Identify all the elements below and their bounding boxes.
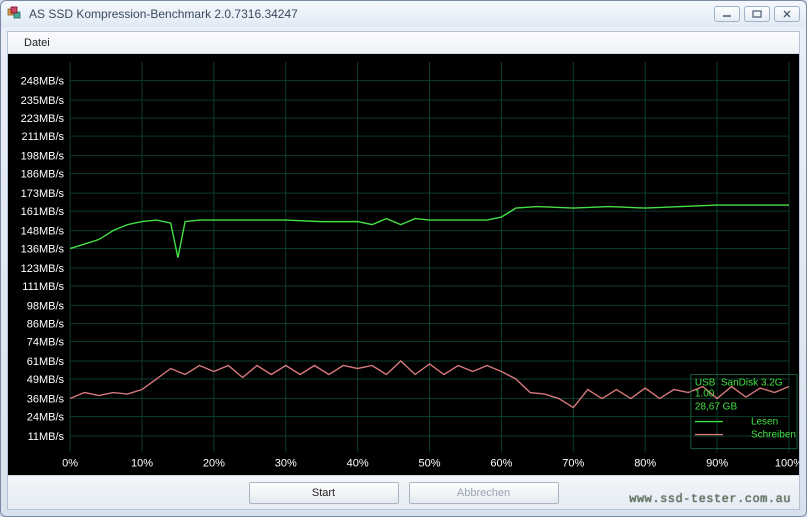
maximize-button[interactable] (744, 6, 770, 22)
svg-text:24MB/s: 24MB/s (27, 412, 65, 424)
bottom-bar: Start Abbrechen www.ssd-tester.com.au (8, 475, 799, 509)
chart-area: 11MB/s 24MB/s 36MB/s 49MB/s 61MB/s 74MB/s 86MB… (8, 54, 799, 475)
svg-text:90%: 90% (706, 458, 728, 470)
svg-text:123MB/s: 123MB/s (21, 264, 65, 276)
app-window: AS SSD Kompression-Benchmark 2.0.7316.34… (0, 0, 807, 517)
close-icon (782, 10, 792, 18)
compression-chart: 11MB/s 24MB/s 36MB/s 49MB/s 61MB/s 74MB/s 86MB… (8, 54, 799, 475)
svg-text:80%: 80% (634, 458, 656, 470)
svg-text:186MB/s: 186MB/s (21, 169, 65, 181)
start-button[interactable]: Start (249, 482, 399, 504)
close-button[interactable] (774, 6, 800, 22)
app-icon (7, 6, 23, 22)
client-area: Datei 11MB/s 24MB/s 36MB/s 49MB/s 61MB/s 74MB… (7, 31, 800, 510)
svg-text:248MB/s: 248MB/s (21, 76, 65, 88)
svg-text:100%: 100% (775, 458, 799, 470)
svg-text:111MB/s: 111MB/s (22, 282, 64, 294)
menu-file[interactable]: Datei (16, 35, 58, 51)
svg-text:60%: 60% (490, 458, 512, 470)
svg-text:30%: 30% (275, 458, 297, 470)
svg-text:86MB/s: 86MB/s (27, 319, 65, 331)
maximize-icon (752, 10, 762, 18)
titlebar: AS SSD Kompression-Benchmark 2.0.7316.34… (1, 1, 806, 27)
svg-text:1.00: 1.00 (695, 389, 715, 400)
svg-text:10%: 10% (131, 458, 153, 470)
svg-text:49MB/s: 49MB/s (27, 374, 65, 386)
svg-text:Lesen: Lesen (751, 417, 778, 428)
svg-text:198MB/s: 198MB/s (21, 151, 65, 163)
svg-text:70%: 70% (562, 458, 584, 470)
svg-text:36MB/s: 36MB/s (27, 394, 65, 406)
svg-text:20%: 20% (203, 458, 225, 470)
svg-text:Schreiben: Schreiben (751, 430, 796, 441)
svg-text:61MB/s: 61MB/s (27, 357, 65, 369)
svg-text:211MB/s: 211MB/s (21, 132, 64, 144)
svg-text:223MB/s: 223MB/s (21, 114, 65, 126)
menubar: Datei (8, 32, 799, 54)
svg-text:USB: USB (695, 378, 716, 389)
watermark-text: www.ssd-tester.com.au (629, 492, 791, 506)
svg-text:50%: 50% (419, 458, 441, 470)
window-title: AS SSD Kompression-Benchmark 2.0.7316.34… (29, 7, 714, 21)
svg-text:28,67 GB: 28,67 GB (695, 402, 738, 413)
minimize-icon (722, 10, 732, 18)
svg-text:11MB/s: 11MB/s (28, 431, 65, 443)
abort-button: Abbrechen (409, 482, 559, 504)
svg-text:0%: 0% (62, 458, 78, 470)
svg-text:161MB/s: 161MB/s (21, 207, 65, 219)
minimize-button[interactable] (714, 6, 740, 22)
window-controls (714, 6, 800, 22)
svg-text:136MB/s: 136MB/s (21, 244, 65, 256)
svg-text:98MB/s: 98MB/s (27, 301, 65, 313)
svg-text:40%: 40% (347, 458, 369, 470)
svg-text:148MB/s: 148MB/s (21, 226, 65, 238)
svg-text:74MB/s: 74MB/s (27, 337, 65, 349)
svg-text:235MB/s: 235MB/s (21, 96, 65, 108)
svg-text:SanDisk 3.2G: SanDisk 3.2G (721, 378, 783, 389)
svg-text:173MB/s: 173MB/s (21, 189, 65, 201)
